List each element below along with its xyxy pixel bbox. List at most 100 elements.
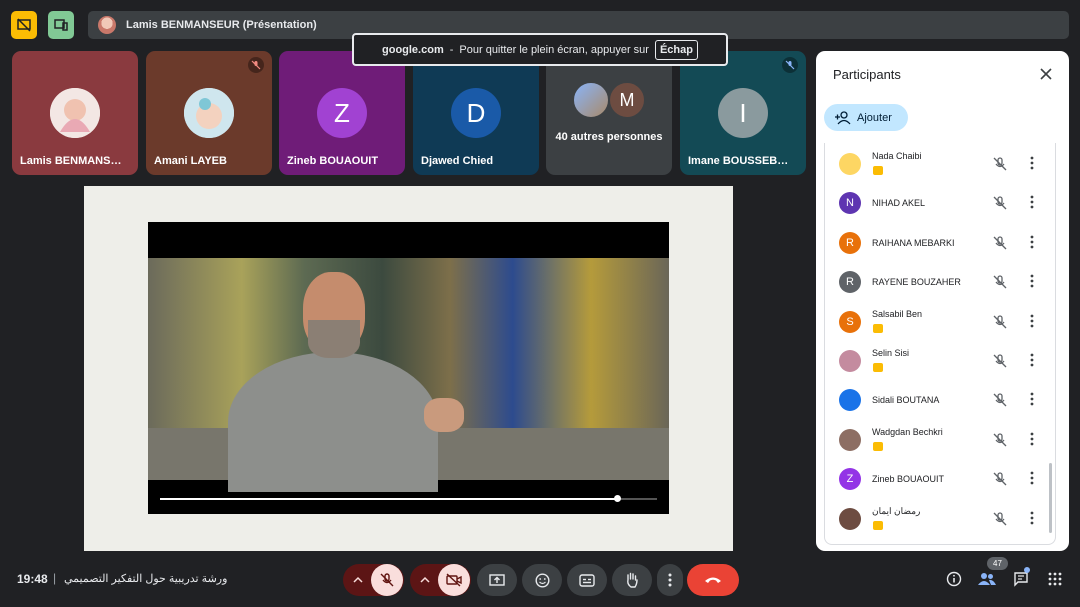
avatar: S — [839, 310, 861, 333]
reactions-button[interactable] — [522, 564, 562, 596]
tile-name: Amani LAYEB — [154, 155, 227, 167]
toast-domain: google.com — [382, 43, 444, 56]
participant-more-button[interactable] — [1030, 274, 1034, 293]
add-people-label: Ajouter — [857, 111, 892, 124]
more-vert-icon — [1030, 432, 1034, 446]
present-to-all-icon — [489, 574, 505, 586]
avatar — [839, 153, 861, 175]
people-button[interactable] — [977, 569, 997, 589]
activities-button[interactable] — [1045, 569, 1065, 589]
raise-hand-button[interactable] — [612, 564, 652, 596]
chevron-up-icon — [352, 576, 363, 583]
avatar — [184, 88, 234, 138]
present-screen-button[interactable] — [477, 564, 517, 596]
toast-message: Pour quitter le plein écran, appuyer sur — [459, 43, 649, 56]
mic-off-icon — [993, 236, 1007, 255]
others-count-label: 40 autres personnes — [555, 131, 663, 143]
mic-control-group — [343, 564, 404, 596]
mic-off-icon — [993, 196, 1007, 215]
participant-row[interactable]: Sidali BOUTANA — [825, 381, 1057, 420]
more-vert-icon — [1030, 156, 1034, 170]
others-tile[interactable]: M 40 autres personnes — [546, 51, 672, 175]
close-panel-button[interactable] — [1037, 65, 1055, 83]
more-vert-icon — [1030, 235, 1034, 249]
audio-settings-button[interactable] — [345, 564, 371, 596]
chat-icon — [1014, 572, 1028, 587]
avatar: Z — [317, 88, 367, 138]
avatar: D — [451, 88, 501, 138]
participant-more-button[interactable] — [1030, 392, 1034, 411]
more-vert-icon — [1030, 471, 1034, 485]
participants-list: Nada Chaibi N NIHAD AKEL R RAIHANA MEBARKI R R… — [824, 143, 1056, 545]
avatar — [839, 389, 861, 412]
meeting-name: ورشة تدريبية حول التفكير التصميمي — [64, 573, 228, 585]
video-settings-button[interactable] — [412, 564, 438, 596]
tile-name: Zineb BOUAOUIT — [287, 155, 379, 167]
camera-off-icon — [445, 573, 462, 587]
meet-window: Lamis BENMANSEUR (Présentation) Lamis BE… — [0, 0, 1080, 607]
participant-row[interactable]: Z Zineb BOUAOUIT — [825, 460, 1057, 499]
participant-row[interactable]: R RAYENE BOUZAHER — [825, 263, 1057, 302]
shared-video[interactable] — [148, 222, 669, 514]
participant-row[interactable]: رمضان ايمان — [825, 500, 1057, 539]
toast-separator: - — [449, 43, 454, 56]
participant-row[interactable]: Selin Sisi — [825, 342, 1057, 381]
participant-more-button[interactable] — [1030, 156, 1034, 175]
participant-tile[interactable]: Lamis BENMANS… — [12, 51, 138, 175]
fullscreen-toast: google.com - Pour quitter le plein écran… — [352, 33, 728, 66]
device-layout-button[interactable] — [48, 11, 74, 39]
meeting-info-button[interactable] — [944, 569, 964, 589]
more-vert-icon — [1030, 353, 1034, 367]
hand-icon — [627, 572, 638, 588]
participant-name: Zineb BOUAOUIT — [872, 474, 945, 485]
video-seek-bar[interactable] — [160, 495, 657, 502]
camera-control-group — [410, 564, 471, 596]
mic-off-icon — [782, 57, 798, 73]
escape-key-hint: Échap — [654, 39, 698, 60]
chat-notification-dot — [1024, 567, 1030, 573]
more-options-button[interactable] — [657, 564, 683, 596]
avatar: M — [608, 81, 646, 119]
participant-more-button[interactable] — [1030, 314, 1034, 333]
mic-toggle-button[interactable] — [370, 564, 403, 596]
participant-row[interactable]: Wadgdan Bechkri — [825, 421, 1057, 460]
participant-more-button[interactable] — [1030, 471, 1034, 490]
participant-name: Nada Chaibi — [872, 151, 922, 161]
participant-row[interactable]: Nada Chaibi — [825, 145, 1057, 184]
participants-panel: Participants Ajouter Nada Chaibi N NIHAD A… — [816, 51, 1069, 551]
participant-name: Salsabil Ben — [872, 308, 923, 319]
tile-name: Djawed Chied — [421, 155, 494, 167]
participant-row[interactable]: N NIHAD AKEL — [825, 184, 1057, 223]
participant-more-button[interactable] — [1030, 432, 1034, 451]
avatar — [50, 88, 100, 138]
participant-more-button[interactable] — [1030, 235, 1034, 254]
mic-off-icon — [248, 57, 264, 73]
chevron-up-icon — [419, 576, 430, 583]
avatar: Z — [839, 468, 861, 491]
participant-more-button[interactable] — [1030, 353, 1034, 372]
leave-call-button[interactable] — [687, 564, 739, 596]
participant-row[interactable]: S Salsabil Ben — [825, 303, 1057, 342]
presenting-icon — [873, 441, 883, 451]
avatar: N — [839, 192, 861, 215]
mic-off-icon — [993, 433, 1007, 452]
participant-name: Sidali BOUTANA — [872, 395, 940, 406]
avatar — [839, 428, 861, 451]
more-vert-icon — [1030, 392, 1034, 406]
stop-presenting-button[interactable] — [11, 11, 37, 39]
camera-toggle-button[interactable] — [437, 564, 470, 596]
participant-tile[interactable]: Amani LAYEB — [146, 51, 272, 175]
participant-name: RAIHANA MEBARKI — [872, 237, 955, 248]
participant-more-button[interactable] — [1030, 195, 1034, 214]
participant-row[interactable]: R RAIHANA MEBARKI — [825, 224, 1057, 263]
seek-thumb[interactable] — [614, 495, 622, 502]
captions-button[interactable] — [567, 564, 607, 596]
participant-tile[interactable]: I Imane BOUSSEB… — [680, 51, 806, 175]
participant-tile[interactable]: Z Zineb BOUAOUIT — [279, 51, 405, 175]
participant-tile[interactable]: D Djawed Chied — [413, 51, 539, 175]
more-vert-icon — [1030, 314, 1034, 327]
participant-more-button[interactable] — [1030, 511, 1034, 530]
add-people-button[interactable]: Ajouter — [824, 104, 908, 131]
mic-off-icon — [993, 354, 1007, 373]
mic-off-icon — [380, 573, 393, 587]
